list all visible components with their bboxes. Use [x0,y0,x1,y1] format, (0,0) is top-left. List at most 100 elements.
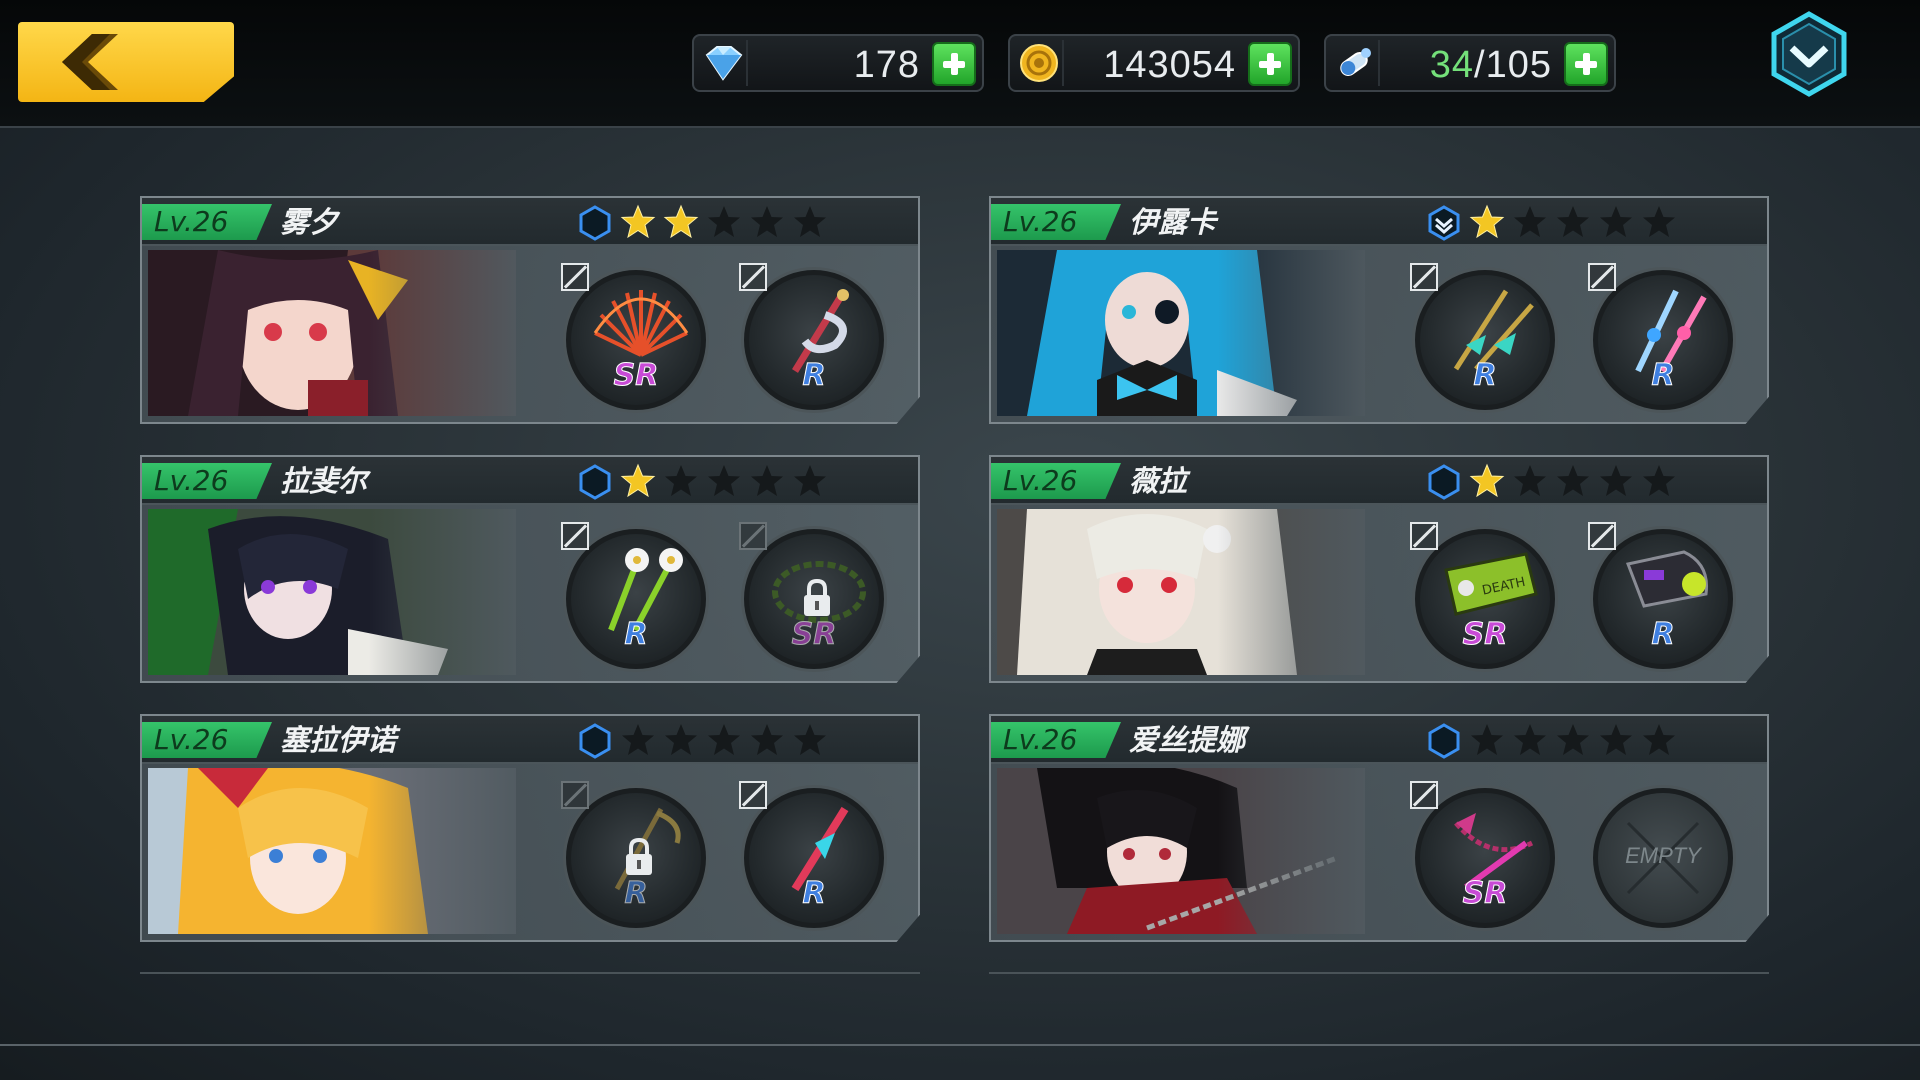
star-empty-icon [1557,724,1589,755]
level-badge: Lv.26 [991,463,1121,499]
star-empty-icon [708,724,740,755]
edit-icon[interactable] [1588,263,1616,291]
star-empty-icon [751,465,783,496]
lock-icon [626,837,652,875]
add-gems-button[interactable] [932,42,976,86]
equipment-slot-1[interactable]: SR [1410,781,1555,928]
star-empty-icon [708,465,740,496]
gauntlet-icon [1625,550,1709,608]
star-empty-icon [1557,465,1589,496]
star-empty-icon [1643,724,1675,755]
equipment-slot-2[interactable]: R [739,781,884,928]
star-rating [1469,722,1677,758]
edit-icon[interactable] [1410,522,1438,550]
add-energy-button[interactable] [1564,42,1608,86]
rarity-label: R [802,876,826,912]
character-portrait [997,250,1365,416]
character-card[interactable]: Lv.26 拉斐尔 R SR [140,455,920,683]
hexagon-icon [579,723,611,759]
edit-icon[interactable] [1410,781,1438,809]
character-card[interactable]: Lv.26 伊露卡 R R [989,196,1769,424]
character-name: 爱丝提娜 [1129,723,1246,757]
edit-icon[interactable] [561,522,589,550]
character-name: 塞拉伊诺 [280,723,397,757]
coin-icon [1016,40,1064,86]
character-portrait [148,768,516,934]
star-filled-icon [663,204,699,239]
rarity-label: R [1473,358,1497,394]
equipment-slot-2[interactable]: R [1588,263,1733,410]
star-empty-icon [1600,724,1632,755]
edit-icon[interactable] [739,263,767,291]
star-rating [620,463,828,499]
star-empty-icon [1514,465,1546,496]
star-empty-icon [751,724,783,755]
star-rating [620,722,828,758]
star-empty-icon [794,465,826,496]
equipment-slot-2[interactable]: SR [739,522,884,669]
edit-icon [561,781,589,809]
rarity-label: SR [1462,876,1508,912]
character-name: 雾夕 [280,205,339,239]
equipment-slot-2[interactable]: R [739,263,884,410]
star-empty-icon [1514,206,1546,237]
diamond-icon [700,40,748,86]
row-divider [140,972,920,974]
hexagon-icon [579,464,611,500]
star-empty-icon [1643,465,1675,496]
equipment-slot-1[interactable]: R [1410,263,1555,410]
fan-weapon-icon [593,290,689,357]
chevron-down-hex-icon [1771,11,1847,97]
star-filled-icon [620,463,656,498]
row-divider [989,972,1769,974]
energy-counter: 34/105 [1324,34,1616,92]
energy-max: /105 [1474,44,1552,86]
star-empty-icon [1600,206,1632,237]
star-rating [1469,204,1677,240]
character-name: 薇拉 [1129,464,1188,498]
gold-counter: 143054 [1008,34,1300,92]
star-empty-icon [794,206,826,237]
rarity-label: SR [791,617,837,653]
character-card[interactable]: Lv.26 薇拉 DEATH SR R [989,455,1769,683]
character-card[interactable]: Lv.26 塞拉伊诺 R R [140,714,920,942]
star-rating [1469,463,1677,499]
star-empty-icon [794,724,826,755]
rarity-label: SR [1462,617,1508,653]
character-portrait [997,768,1365,934]
equipment-slot-2-empty[interactable]: EMPTY [1593,788,1733,928]
character-name: 拉斐尔 [280,464,368,498]
back-button[interactable] [18,22,234,102]
energy-value: 34/105 [1430,44,1552,87]
star-empty-icon [1600,465,1632,496]
edit-icon[interactable] [1410,263,1438,291]
equipment-slot-1[interactable]: R [561,522,706,669]
character-card[interactable]: Lv.26 爱丝提娜 SR EMPTY [989,714,1769,942]
hexagon-icon [1428,464,1460,500]
potion-icon [1332,40,1380,86]
star-empty-icon [708,206,740,237]
equipment-slot-2[interactable]: R [1588,522,1733,669]
hexagon-icon [1428,723,1460,759]
character-portrait [148,250,516,416]
death-cannon-icon: DEATH [1444,552,1538,616]
add-gold-button[interactable] [1248,42,1292,86]
character-card[interactable]: Lv.26 雾夕 SR R [140,196,920,424]
star-empty-icon [1643,206,1675,237]
empty-slot-label: EMPTY [1625,843,1701,868]
edit-icon[interactable] [739,781,767,809]
card-header: Lv.26 雾夕 [142,198,918,246]
equipment-slot-1[interactable]: R [561,781,706,928]
level-badge: Lv.26 [991,722,1121,758]
equipment-slot-1[interactable]: SR [561,263,706,410]
level-badge: Lv.26 [142,722,272,758]
gems-value: 178 [853,44,920,86]
edit-icon[interactable] [561,263,589,291]
edit-icon[interactable] [1588,522,1616,550]
rarity-label: R [624,617,648,653]
level-badge: Lv.26 [142,463,272,499]
bottom-divider [0,1044,1920,1046]
menu-button[interactable] [1768,10,1850,98]
equipment-slot-1[interactable]: DEATH SR [1410,522,1555,669]
star-empty-icon [665,724,697,755]
